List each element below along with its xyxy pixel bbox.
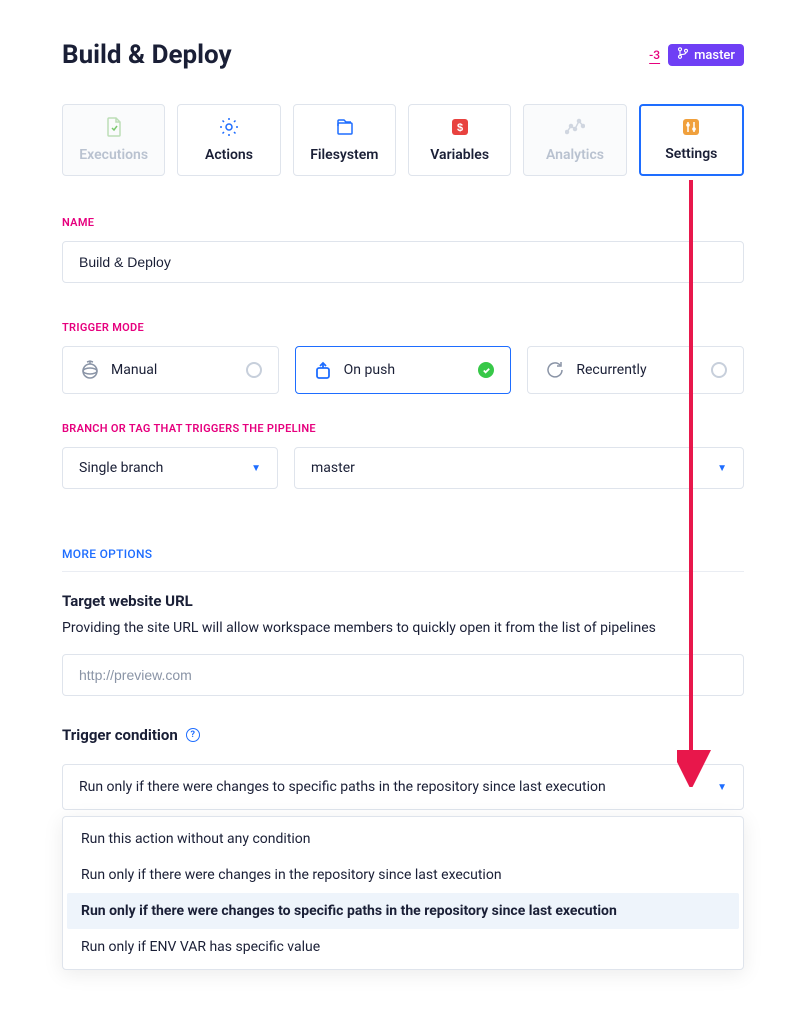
settings-icon <box>682 118 700 136</box>
page-title: Build & Deploy <box>62 40 232 70</box>
branch-badge[interactable]: master <box>668 44 744 66</box>
actions-icon <box>219 117 239 137</box>
target-url-title: Target website URL <box>62 592 744 610</box>
variables-icon: $ <box>451 117 469 137</box>
page-header: Build & Deploy -3 master <box>62 40 744 70</box>
tab-executions[interactable]: Executions <box>62 104 165 176</box>
executions-icon <box>105 117 123 137</box>
trigger-manual[interactable]: Manual <box>62 346 279 394</box>
branch-badge-label: master <box>694 48 735 63</box>
condition-option[interactable]: Run only if there were changes in the re… <box>67 857 739 893</box>
radio-unchecked-icon <box>246 362 262 378</box>
trigger-condition-title: Trigger condition <box>62 726 178 744</box>
help-icon[interactable]: ? <box>186 728 200 742</box>
chevron-down-icon: ▼ <box>717 782 727 793</box>
tab-variables[interactable]: $ Variables <box>408 104 511 176</box>
trigger-mode-label: TRIGGER MODE <box>62 321 744 334</box>
branch-value-dropdown[interactable]: master ▼ <box>294 447 744 489</box>
radio-unchecked-icon <box>711 362 727 378</box>
branch-icon <box>677 47 689 63</box>
tabs: Executions Actions Filesystem <box>62 104 744 176</box>
branch-trigger-label: BRANCH OR TAG THAT TRIGGERS THE PIPELINE <box>62 422 744 435</box>
condition-option[interactable]: Run only if ENV VAR has specific value <box>67 929 739 965</box>
tab-analytics[interactable]: Analytics <box>523 104 626 176</box>
svg-text:$: $ <box>457 122 463 134</box>
condition-option[interactable]: Run only if there were changes to specif… <box>67 893 739 929</box>
filesystem-icon <box>333 117 355 137</box>
chevron-down-icon: ▼ <box>251 463 261 474</box>
analytics-icon <box>565 117 585 137</box>
more-options-label: MORE OPTIONS <box>62 547 744 572</box>
tab-filesystem[interactable]: Filesystem <box>293 104 396 176</box>
diff-indicator[interactable]: -3 <box>649 48 660 62</box>
trigger-condition-dropdown[interactable]: Run only if there were changes to specif… <box>62 764 744 810</box>
branch-type-dropdown[interactable]: Single branch ▼ <box>62 447 278 489</box>
name-label: NAME <box>62 216 744 229</box>
chevron-down-icon: ▼ <box>717 463 727 474</box>
target-url-input[interactable] <box>62 654 744 696</box>
on-push-icon <box>312 359 334 381</box>
manual-icon <box>79 359 101 381</box>
recurrently-icon <box>544 359 566 381</box>
check-icon <box>478 362 494 378</box>
trigger-recurrently[interactable]: Recurrently <box>527 346 744 394</box>
trigger-on-push[interactable]: On push <box>295 346 512 394</box>
trigger-condition-menu: Run this action without any condition Ru… <box>62 816 744 970</box>
target-url-desc: Providing the site URL will allow worksp… <box>62 620 744 636</box>
tab-settings[interactable]: Settings <box>639 104 744 176</box>
tab-actions[interactable]: Actions <box>177 104 280 176</box>
pipeline-name-input[interactable] <box>62 241 744 283</box>
condition-option[interactable]: Run this action without any condition <box>67 821 739 857</box>
